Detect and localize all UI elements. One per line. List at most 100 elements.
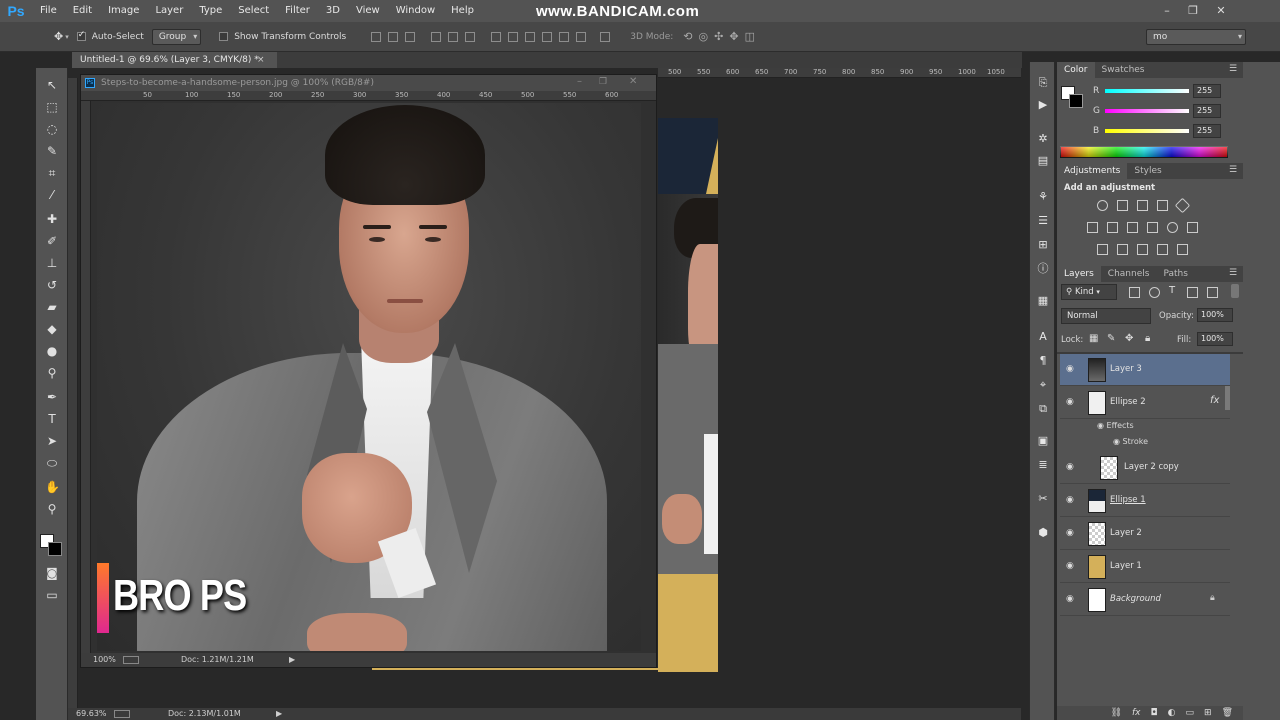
auto-align-icon[interactable] [600, 31, 611, 42]
tool-presets-icon[interactable]: ⚘ [1035, 190, 1051, 204]
move-tool-icon[interactable]: ✥ [54, 30, 63, 43]
eye-icon[interactable]: ◉ [1066, 495, 1076, 505]
vibrance-icon[interactable] [1174, 197, 1191, 214]
tab-adjustments[interactable]: Adjustments [1057, 163, 1128, 179]
float-close-button[interactable]: ✕ [629, 76, 637, 87]
dodge-tool-icon[interactable]: ⚲ [45, 366, 59, 380]
tab-swatches[interactable]: Swatches [1095, 62, 1152, 78]
layer-kind-filter[interactable]: ⚲ Kind ▾ [1061, 284, 1117, 300]
eyedropper-tool-icon[interactable]: ⁄ [45, 188, 59, 202]
navigator-icon[interactable]: ▦ [1035, 294, 1051, 308]
properties-icon[interactable]: ☰ [1035, 214, 1051, 228]
layers-scrollbar[interactable] [1225, 386, 1230, 410]
styles-panel-icon[interactable]: ⌖ [1035, 378, 1051, 392]
floating-window-title[interactable]: Steps-to-become-a-handsome-person.jpg @ … [81, 75, 656, 91]
3d-roll-icon[interactable]: ◎ [699, 30, 709, 43]
clone-stamp-icon[interactable]: ⊥ [45, 256, 59, 270]
tab-paths[interactable]: Paths [1156, 266, 1194, 282]
lock-transparent-icon[interactable]: ▦ [1089, 333, 1098, 344]
character-panel-icon[interactable]: A [1035, 330, 1051, 344]
filter-smart-object-icon[interactable] [1207, 287, 1218, 298]
blur-tool-icon[interactable]: ● [45, 344, 59, 358]
menu-3d[interactable]: 3D [318, 0, 348, 22]
layer-row-ellipse-1[interactable]: ◉ Ellipse 1 [1060, 485, 1230, 517]
align-top-icon[interactable] [371, 31, 382, 42]
fx-icon[interactable]: fx [1210, 395, 1219, 406]
type-tool-icon[interactable]: T [45, 412, 59, 426]
opacity-value[interactable]: 100% [1197, 308, 1233, 322]
quick-mask-icon[interactable]: ◙ [45, 566, 59, 580]
brush-presets-icon[interactable]: ✲ [1035, 132, 1051, 146]
filter-adjustment-icon[interactable] [1149, 287, 1160, 298]
new-adjustment-icon[interactable]: ◐ [1168, 708, 1176, 718]
distribute-left-icon[interactable] [542, 31, 553, 42]
eye-icon[interactable]: ◉ [1113, 437, 1120, 446]
move-tool-icon[interactable]: ↖ [45, 78, 59, 92]
notes-panel-icon[interactable]: ▣ [1035, 434, 1051, 448]
screen-mode-icon[interactable]: ▭ [45, 588, 59, 602]
close-window-button[interactable]: ✕ [1208, 0, 1234, 20]
layer-row-layer-1[interactable]: ◉ Layer 1 [1060, 551, 1230, 583]
distribute-vcenter-icon[interactable] [508, 31, 519, 42]
crop-tool-icon[interactable]: ⌗ [45, 166, 59, 180]
channel-g-value[interactable]: 255 [1193, 104, 1221, 118]
filter-toggle[interactable] [1231, 284, 1239, 298]
3d-slide-icon[interactable]: ✥ [729, 30, 738, 43]
levels-icon[interactable] [1117, 200, 1128, 211]
posterize-icon[interactable] [1117, 244, 1128, 255]
main-status-icon[interactable] [114, 710, 130, 718]
effects-row[interactable]: ◉ Effects [1097, 421, 1134, 430]
color-balance-icon[interactable] [1107, 222, 1118, 233]
channel-g-slider[interactable] [1105, 109, 1189, 113]
float-zoom-readout[interactable]: 100% [93, 653, 116, 667]
stroke-effect-row[interactable]: ◉ Stroke [1113, 437, 1148, 446]
history-panel-icon[interactable]: ⎘ [1035, 76, 1051, 90]
adjust-panel-icon[interactable]: ⊞ [1035, 238, 1051, 252]
hue-saturation-icon[interactable] [1087, 222, 1098, 233]
menu-view[interactable]: View [348, 0, 388, 22]
new-group-icon[interactable]: ▭ [1186, 708, 1195, 718]
align-bottom-icon[interactable] [405, 31, 416, 42]
color-panel-menu-icon[interactable]: ☰ [1229, 64, 1237, 74]
filter-shape-icon[interactable] [1187, 287, 1198, 298]
minimize-button[interactable]: – [1154, 0, 1180, 20]
distribute-right-icon[interactable] [576, 31, 587, 42]
layer-row-background[interactable]: ◉ Background 🔒︎ [1060, 584, 1230, 616]
healing-brush-icon[interactable]: ✚ [45, 212, 59, 226]
3d-panel-icon[interactable]: ⬢ [1035, 526, 1051, 540]
selective-color-icon[interactable] [1157, 244, 1168, 255]
brightness-contrast-icon[interactable] [1097, 200, 1108, 211]
layer-row-layer-2-copy[interactable]: ◉ Layer 2 copy [1060, 452, 1230, 484]
photo-canvas[interactable]: BRO PS [97, 103, 641, 651]
paint-bucket-icon[interactable]: ◆ [45, 322, 59, 336]
new-layer-icon[interactable]: ⊞ [1204, 708, 1212, 718]
marquee-tool-icon[interactable]: ⬚ [45, 100, 59, 114]
maximize-button[interactable]: ❐ [1180, 0, 1206, 20]
clone-source-icon[interactable]: ⧉ [1035, 402, 1051, 416]
pen-tool-icon[interactable]: ✒ [45, 390, 59, 404]
main-document-canvas[interactable] [658, 118, 718, 672]
channel-r-slider[interactable] [1105, 89, 1189, 93]
threshold-icon[interactable] [1137, 244, 1148, 255]
paragraph-panel-icon[interactable]: ¶ [1035, 354, 1051, 368]
tab-layers[interactable]: Layers [1057, 266, 1101, 282]
filter-pixel-icon[interactable] [1129, 287, 1140, 298]
blend-mode-dropdown[interactable]: Normal [1061, 308, 1151, 324]
actions-panel-icon[interactable]: ▶ [1035, 98, 1051, 112]
info-panel-icon[interactable]: ⓘ [1035, 262, 1051, 276]
eye-icon[interactable]: ◉ [1066, 594, 1076, 604]
layer-row-layer-3[interactable]: ◉ Layer 3 [1060, 354, 1230, 386]
brush-panel-icon[interactable]: ▤ [1035, 154, 1051, 168]
fill-value[interactable]: 100% [1197, 332, 1233, 346]
background-color-swatch[interactable] [48, 542, 62, 556]
adjustments-menu-icon[interactable]: ☰ [1229, 165, 1237, 175]
channel-mixer-icon[interactable] [1167, 222, 1178, 233]
tools-panel-icon[interactable]: ✂ [1035, 492, 1051, 506]
photo-filter-icon[interactable] [1147, 222, 1158, 233]
history-brush-icon[interactable]: ↺ [45, 278, 59, 292]
ellipse-tool-icon[interactable]: ⬭ [45, 456, 59, 470]
float-maximize-button[interactable]: ❐ [599, 77, 607, 87]
align-hcenter-icon[interactable] [448, 31, 459, 42]
timeline-icon[interactable]: ≣ [1035, 458, 1051, 472]
menu-image[interactable]: Image [100, 0, 147, 22]
